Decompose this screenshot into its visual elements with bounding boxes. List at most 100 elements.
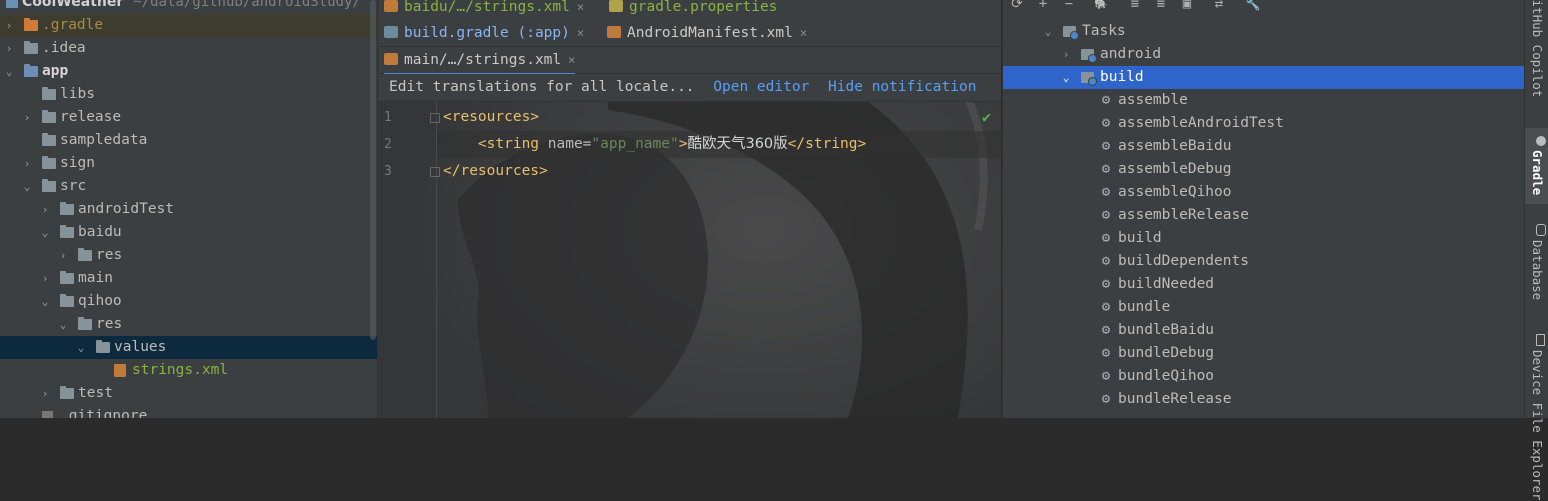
xml-attribute: name=	[539, 136, 592, 152]
tree-item-gradle[interactable]: › .gradle	[0, 14, 377, 37]
tab-build-gradle-app[interactable]: build.gradle (:app) ×	[384, 20, 584, 46]
gradle-tasks-root[interactable]: ⌄ Tasks	[1003, 20, 1525, 43]
gradle-task[interactable]: ⚙ bundleQihoo	[1003, 365, 1525, 388]
close-icon[interactable]: ×	[800, 26, 807, 40]
tool-tab-label: Database	[1530, 240, 1545, 301]
gradle-task[interactable]: ⚙ bundle	[1003, 296, 1525, 319]
tool-tab-gradle[interactable]: Gradle	[1525, 128, 1548, 204]
tree-item-baidu[interactable]: ⌄ baidu	[0, 221, 377, 244]
collapse-all-icon[interactable]: ≡	[1153, 0, 1169, 12]
folder-icon	[42, 87, 56, 100]
gradle-task[interactable]: ⚙ assemble	[1003, 89, 1525, 112]
tab-main-strings-xml[interactable]: main/…/strings.xml ×	[384, 47, 576, 75]
chevron-down-icon[interactable]: ⌄	[58, 313, 68, 336]
wrench-icon[interactable]: 🔧	[1245, 0, 1261, 12]
tool-tab-github-copilot[interactable]: GitHub Copilot	[1525, 0, 1548, 112]
tree-item-qihoo[interactable]: ⌄ qihoo	[0, 290, 377, 313]
gradle-task[interactable]: ⚙ buildNeeded	[1003, 273, 1525, 296]
folder-icon	[24, 18, 38, 31]
gradle-task[interactable]: ⚙ assembleQihoo	[1003, 181, 1525, 204]
toggle-offline-icon[interactable]: ⇄	[1211, 0, 1227, 12]
tree-item-label: src	[60, 178, 87, 194]
remove-icon[interactable]: −	[1061, 0, 1077, 12]
chevron-right-icon[interactable]: ›	[40, 198, 50, 221]
tree-item-label: baidu	[78, 224, 122, 240]
inspection-ok-icon[interactable]: ✔	[982, 108, 991, 126]
gear-icon: ⚙	[1101, 138, 1111, 154]
chevron-down-icon[interactable]: ⌄	[40, 290, 50, 313]
folder-icon	[42, 110, 56, 123]
project-scrollbar[interactable]	[370, 0, 376, 340]
tree-item-baidu-res[interactable]: › res	[0, 244, 377, 267]
tree-item-androidtest[interactable]: › androidTest	[0, 198, 377, 221]
xml-file-icon	[114, 364, 126, 377]
tree-item-sign[interactable]: › sign	[0, 152, 377, 175]
open-editor-link[interactable]: Open editor	[713, 79, 809, 95]
project-name[interactable]: CoolWeather	[22, 0, 123, 10]
gradle-task[interactable]: ⚙ assembleDebug	[1003, 158, 1525, 181]
gradle-task[interactable]: ⚙ bundleBaidu	[1003, 319, 1525, 342]
reload-icon[interactable]: ⟳	[1009, 0, 1025, 12]
fold-marker-icon[interactable]	[430, 113, 440, 123]
close-icon[interactable]: ×	[577, 26, 584, 40]
tree-item-idea[interactable]: › .idea	[0, 37, 377, 60]
project-root-icon	[6, 0, 18, 8]
gradle-group-build[interactable]: ⌄ build	[1003, 66, 1525, 89]
chevron-down-icon[interactable]: ⌄	[1043, 20, 1053, 43]
gradle-task[interactable]: ⚙ assembleBaidu	[1003, 135, 1525, 158]
gradle-task[interactable]: ⚙ build	[1003, 227, 1525, 250]
editor-tabs-row-2: build.gradle (:app) × AndroidManifest.xml…	[378, 20, 1001, 47]
gradle-task[interactable]: ⚙ bundleDebug	[1003, 342, 1525, 365]
tree-item-release[interactable]: › release	[0, 106, 377, 129]
gradle-task[interactable]: ⚙ buildDependents	[1003, 250, 1525, 273]
tree-item-qihoo-res[interactable]: ⌄ res	[0, 313, 377, 336]
tree-item-test[interactable]: › test	[0, 382, 377, 405]
tree-item-app[interactable]: ⌄ app	[0, 60, 377, 83]
close-icon[interactable]: ×	[577, 0, 584, 14]
gradle-task[interactable]: ⚙ bundleRelease	[1003, 388, 1525, 411]
tree-item-sampledata[interactable]: sampledata	[0, 129, 377, 152]
chevron-right-icon[interactable]: ›	[4, 14, 14, 37]
tab-label: main/…/strings.xml	[404, 52, 562, 68]
chevron-down-icon[interactable]: ⌄	[4, 60, 14, 83]
tab-gradle-properties[interactable]: gradle.properties	[609, 0, 777, 20]
code-line-3[interactable]: </resources>	[443, 158, 548, 185]
hide-notification-link[interactable]: Hide notification	[828, 79, 976, 95]
tree-item-main[interactable]: › main	[0, 267, 377, 290]
chevron-down-icon[interactable]: ⌄	[22, 175, 32, 198]
add-icon[interactable]: +	[1035, 0, 1051, 12]
chevron-down-icon[interactable]: ⌄	[40, 221, 50, 244]
chevron-right-icon[interactable]: ›	[40, 382, 50, 405]
chevron-right-icon[interactable]: ›	[22, 106, 32, 129]
gradle-task[interactable]: ⚙ assembleAndroidTest	[1003, 112, 1525, 135]
code-line-1[interactable]: <resources>	[443, 104, 539, 131]
chevron-right-icon[interactable]: ›	[40, 267, 50, 290]
tree-item-label: main	[78, 270, 113, 286]
tool-tab-database[interactable]: Database	[1525, 218, 1548, 310]
tree-item-values[interactable]: ⌄ values	[0, 336, 377, 359]
code-line-2[interactable]: <string name="app_name">酷欧天气360版</string…	[437, 131, 1001, 158]
chevron-right-icon[interactable]: ›	[1061, 43, 1071, 66]
tree-item-gitignore[interactable]: .gitignore	[0, 405, 377, 418]
gradle-group-android[interactable]: › android	[1003, 43, 1525, 66]
chevron-right-icon[interactable]: ›	[22, 152, 32, 175]
chevron-down-icon[interactable]: ⌄	[76, 336, 86, 359]
tool-tab-device-file-explorer[interactable]: Device File Explorer	[1525, 328, 1548, 501]
project-header: CoolWeather ~/data/github/androidStudy/	[0, 0, 361, 11]
task-label: assembleDebug	[1118, 161, 1232, 177]
dependencies-icon[interactable]: ▣	[1179, 0, 1195, 12]
gradle-task[interactable]: ⚙ assembleRelease	[1003, 204, 1525, 227]
tree-item-strings-xml[interactable]: strings.xml	[0, 359, 377, 382]
tree-item-libs[interactable]: libs	[0, 83, 377, 106]
execute-gradle-task-icon[interactable]: 🐘	[1093, 0, 1109, 12]
chevron-right-icon[interactable]: ›	[58, 244, 68, 267]
close-icon[interactable]: ×	[568, 53, 575, 67]
tab-baidu-strings-xml[interactable]: baidu/…/strings.xml ×	[384, 0, 584, 20]
tab-android-manifest-xml[interactable]: AndroidManifest.xml ×	[607, 20, 807, 46]
chevron-right-icon[interactable]: ›	[4, 37, 14, 60]
expand-all-icon[interactable]: ≡	[1127, 0, 1143, 12]
fold-marker-icon[interactable]	[430, 167, 440, 177]
chevron-down-icon[interactable]: ⌄	[1061, 66, 1071, 89]
notification-message: Edit translations for all locale...	[389, 79, 695, 95]
tree-item-src[interactable]: ⌄ src	[0, 175, 377, 198]
